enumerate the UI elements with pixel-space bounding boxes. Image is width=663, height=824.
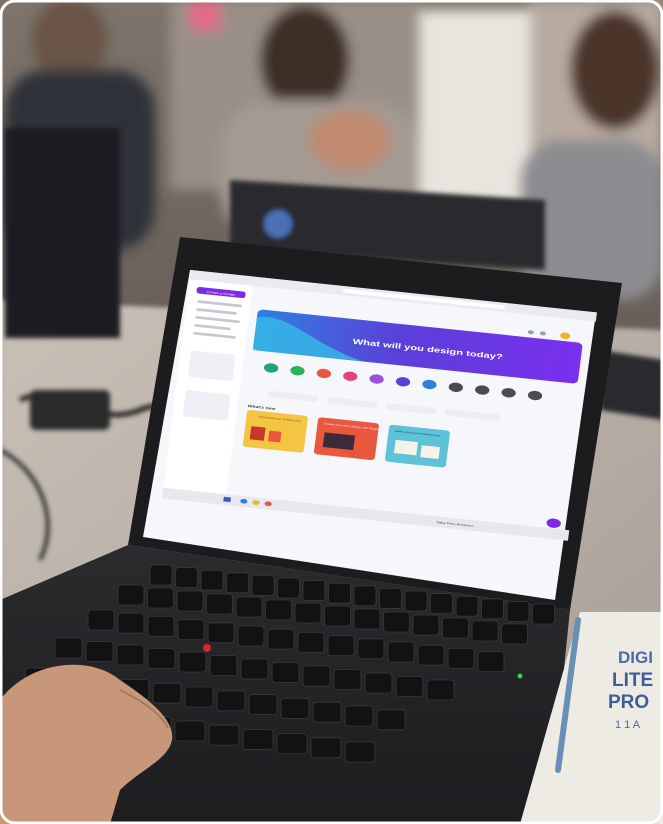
keyboard-key [506,601,530,622]
keyboard-key [226,572,249,594]
keyboard-key [412,614,440,636]
keyboard-key [251,575,275,596]
keyboard-key [379,588,402,609]
keyboard-key [328,582,351,604]
keyboard-key [116,644,145,666]
keyboard-key [267,628,295,650]
keyboard-key [344,741,376,763]
keyboard-key [216,690,246,712]
keyboard-key [207,622,235,644]
keyboard-key [235,596,263,618]
keyboard-key [276,733,308,754]
keyboard-key [404,590,428,612]
keyboard-key [302,665,331,687]
power-led [517,673,523,679]
keyboard-key [149,564,173,586]
keyboard-key [477,651,505,672]
keyboard-key [471,620,499,642]
keyboard-key [501,623,528,645]
keyboard-key [147,587,174,609]
keyboard-key [333,669,362,690]
keyboard-key [364,672,393,694]
keyboard-key [430,593,453,614]
keyboard-key [87,609,115,631]
keyboard-key [176,590,204,612]
keyboard-key [357,638,385,660]
keyboard-key [344,705,374,727]
keyboard-key [310,737,342,759]
keyboard-key [248,694,278,715]
keyboard-key [532,603,555,625]
keyboard-key [206,593,233,615]
keyboard-key [54,637,83,659]
keyboard-key [184,686,214,708]
keyboard-key [387,641,415,663]
keyboard-key [200,569,224,591]
keyboard-key [147,648,176,669]
keyboard-key [174,720,206,742]
keyboard-key [353,608,381,630]
keyboard-key [237,625,265,647]
keyboard-key [265,599,292,621]
keyboard-key [395,676,424,697]
keyboard-key [417,644,445,666]
keyboard-key [208,724,240,746]
keyboard-key [442,617,469,639]
keyboard-key [178,651,207,673]
keyboard-key [324,605,351,627]
keyboard-key [271,662,300,683]
keyboard-key [455,595,479,617]
photo-scene: Create a design What will you design tod… [0,0,663,824]
keyboard-key [426,679,455,701]
trackpoint [203,644,211,652]
keyboard-key [152,682,182,704]
keyboard-key [297,632,325,653]
keyboard-key [242,729,274,750]
keyboard-key [294,602,322,624]
keyboard-key [481,598,504,620]
keyboard-key [447,648,475,669]
windows-icon[interactable] [223,496,231,503]
keyboard-key [383,611,410,633]
booklet-line-4: 1 1 A [615,719,641,731]
keyboard-key [85,641,114,662]
keyboard-key [312,701,342,723]
keyboard-key [175,567,198,588]
keyboard-key [209,655,238,676]
keyboard-key [147,616,175,637]
booklet-line-1: DIGI [618,648,653,667]
keyboard-key [117,612,145,634]
keyboard-key [280,698,310,719]
keyboard-key [277,577,300,599]
keyboard-key [302,580,326,601]
keyboard-key [240,658,269,680]
keyboard-key [327,635,355,656]
booklet-line-2: LITE [612,670,653,691]
keyboard-key [177,619,205,640]
booklet-line-3: PRO [608,692,649,713]
keyboard-key [376,709,406,731]
keyboard-key [117,584,145,606]
keyboard-key [353,585,377,607]
